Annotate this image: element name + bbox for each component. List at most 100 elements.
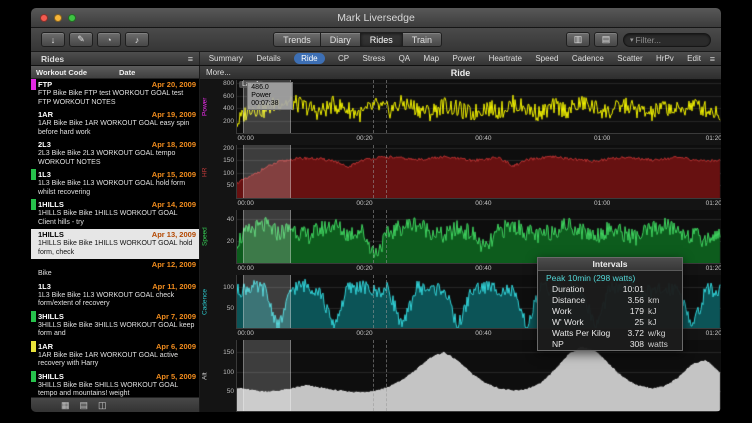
speed-chart[interactable]: Speed2040	[200, 210, 721, 264]
altitude-ytick: 50	[227, 388, 234, 395]
workout-date: Apr 19, 2009	[152, 110, 199, 119]
window-controls	[40, 14, 76, 22]
interval-stat-row: Work179kJ	[538, 306, 682, 317]
tab-speed[interactable]: Speed	[535, 54, 558, 63]
heartrate-ytick: 150	[223, 157, 234, 164]
minimize-button[interactable]	[54, 14, 62, 22]
selection-region[interactable]	[243, 145, 291, 198]
power-ytick: 200	[223, 118, 234, 125]
ride-list-item[interactable]: FTPApr 20, 2009FTP Bike Bike FTP test WO…	[31, 79, 199, 109]
interval-marker-line	[386, 145, 387, 198]
workout-desc: 1HILLS Bike Bike 1HILLS WORKOUT GOAL Cli…	[31, 210, 199, 229]
workout-desc: 3HILLS Bike Bike SHILLS WORKOUT GOAL tem…	[31, 382, 199, 398]
content: Workout Code Date FTPApr 20, 2009FTP Bik…	[31, 66, 721, 412]
filter-box[interactable]: ▾	[623, 33, 711, 47]
power-ytick: 800	[223, 80, 234, 87]
power-xtick: 00:20	[356, 135, 372, 142]
heartrate-xtick: 00:00	[238, 200, 254, 207]
chart-layout-toggle-button[interactable]: ▤	[594, 32, 618, 47]
intervals-tooltip: Intervals Peak 10min (298 watts) Duratio…	[537, 257, 683, 351]
workout-code: 1HILLS	[38, 200, 64, 209]
interval-selected[interactable]: Peak 10min (298 watts)	[538, 271, 682, 284]
tab-hrpv[interactable]: HrPv	[656, 54, 674, 63]
workout-color-strip	[31, 199, 36, 210]
tabs-menu-icon[interactable]: ≡	[710, 54, 721, 64]
workout-color-strip	[31, 311, 36, 322]
calendar-icon[interactable]: ◫	[98, 400, 107, 411]
tab-qa[interactable]: QA	[399, 54, 411, 63]
tab-ride[interactable]: Ride	[294, 53, 324, 64]
workout-desc: 1AR Bike Bike 1AR WORKOUT GOAL easy spin…	[31, 120, 199, 139]
tab-scatter[interactable]: Scatter	[617, 54, 642, 63]
cadence-y-axis: Cadence50100	[200, 275, 236, 329]
desktop-background: Mark Liversedge ↓ ✎ ◔ ♪ TrendsDiaryRidesTra…	[0, 0, 752, 423]
speed-plot[interactable]	[236, 210, 721, 264]
tab-edit[interactable]: Edit	[687, 54, 701, 63]
titlebar[interactable]: Mark Liversedge	[31, 8, 721, 28]
tab-summary[interactable]: Summary	[209, 54, 243, 63]
ride-list-item[interactable]: 2L3Apr 18, 20092L3 Bike Bike 2L3 WORKOUT…	[31, 139, 199, 169]
interval-marker-line	[386, 275, 387, 328]
ride-list-item[interactable]: 3HILLSApr 7, 20093HILLS Bike Bike 3HILLS…	[31, 311, 199, 341]
heartrate-canvas	[237, 145, 721, 198]
close-button[interactable]	[40, 14, 48, 22]
tab-map[interactable]: Map	[424, 54, 440, 63]
speed-xtick: 01:20	[706, 265, 721, 272]
heartrate-chart[interactable]: HR50100150200	[200, 145, 721, 199]
speaker-button[interactable]: ♪	[125, 32, 149, 47]
ride-list-item[interactable]: 1HILLS Apr 14, 20091HILLS Bike Bike 1HILL…	[31, 199, 199, 229]
tab-heartrate[interactable]: Heartrate	[489, 54, 522, 63]
tab-cp[interactable]: CP	[338, 54, 349, 63]
tab-details[interactable]: Details	[256, 54, 280, 63]
view-tab-trends[interactable]: Trends	[273, 32, 321, 47]
ride-list-item[interactable]: 1L3Apr 15, 20091L3 Bike Bike 1L3 WORKOUT…	[31, 169, 199, 199]
view-tab-train[interactable]: Train	[403, 32, 442, 47]
power-plot[interactable]: Lap 1486.0 Power00:07:38	[236, 80, 721, 134]
speed-ytick: 20	[227, 238, 234, 245]
workout-color-strip	[31, 281, 36, 292]
workout-code: 2L3	[38, 140, 51, 149]
interval-marker-line	[373, 80, 374, 133]
ride-list-item[interactable]: 3HILLSApr 5, 20093HILLS Bike Bike SHILLS…	[31, 371, 199, 398]
selection-region[interactable]	[243, 340, 291, 411]
sidebar-menu-icon[interactable]: ≡	[188, 54, 193, 64]
selection-region[interactable]	[243, 275, 291, 328]
timer-button[interactable]: ◔	[97, 32, 121, 47]
sidebar-toggle-button[interactable]: ▥	[566, 32, 590, 47]
tab-cadence[interactable]: Cadence	[572, 54, 604, 63]
workout-code: 1AR	[38, 342, 53, 351]
filter-input[interactable]	[636, 35, 704, 45]
ride-list-item[interactable]: 1HILLSApr 13, 20091HILLS Bike Bike 1HILL…	[31, 229, 199, 259]
grid-view-icon[interactable]: ▦	[61, 400, 70, 411]
interval-stat-row: W' Work25kJ	[538, 317, 682, 328]
more-link[interactable]: More...	[200, 68, 231, 77]
heartrate-plot[interactable]	[236, 145, 721, 199]
power-chart[interactable]: Power200400600800Lap 1486.0 Power00:07:3…	[200, 80, 721, 134]
zoom-button[interactable]	[68, 14, 76, 22]
sidebar-footer: ▦ ▤ ◫	[31, 397, 199, 412]
download-button[interactable]: ↓	[41, 32, 65, 47]
view-tab-rides[interactable]: Rides	[361, 32, 403, 47]
power-xtick: 00:40	[475, 135, 491, 142]
folder-icon[interactable]: ▤	[80, 400, 89, 411]
list-column-headers[interactable]: Workout Code Date	[31, 66, 199, 79]
chart-title: Ride	[200, 68, 721, 78]
ride-list-item[interactable]: 1L3Apr 11, 20091L3 Bike Bike 1L3 WORKOUT…	[31, 281, 199, 311]
workout-code: 1L3	[38, 170, 51, 179]
ride-list-item[interactable]: 1ARApr 19, 20091AR Bike Bike 1AR WORKOUT…	[31, 109, 199, 139]
cadence-xtick: 00:40	[475, 330, 491, 337]
ride-list-item[interactable]: Apr 12, 2009Bike	[31, 259, 199, 281]
edit-button[interactable]: ✎	[69, 32, 93, 47]
view-tab-diary[interactable]: Diary	[321, 32, 361, 47]
column-date[interactable]: Date	[119, 68, 135, 77]
workout-date: Apr 14, 2009	[152, 200, 199, 209]
selection-region[interactable]	[243, 210, 291, 263]
column-workout-code[interactable]: Workout Code	[31, 68, 119, 77]
tab-stress[interactable]: Stress	[363, 54, 386, 63]
power-xtick: 00:00	[238, 135, 254, 142]
workout-color-strip	[31, 341, 36, 352]
tab-power[interactable]: Power	[452, 54, 475, 63]
ride-list-item[interactable]: 1ARApr 6, 20091AR Bike Bike 1AR WORKOUT …	[31, 341, 199, 371]
filter-dropdown-icon[interactable]: ▾	[630, 36, 634, 44]
toolbar-left-group: ↓ ✎ ◔ ♪	[41, 32, 149, 47]
